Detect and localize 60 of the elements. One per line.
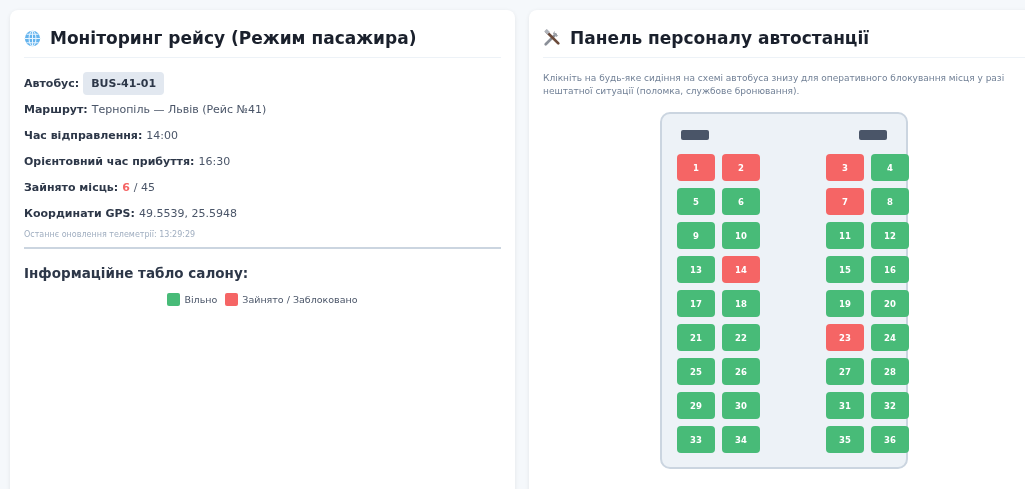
seat-button[interactable]: 31 [826,392,864,420]
field-value: 16:30 [198,154,231,168]
seat-button[interactable]: 20 [871,290,909,318]
seat-button[interactable]: 22 [722,324,760,352]
field-label: Координати GPS: [24,206,135,220]
seat-button[interactable]: 32 [871,392,909,420]
legend-label: Зайнято / Заблоковано [242,294,358,305]
field-value: Тернопіль — Львів (Рейс №41) [91,102,267,116]
panel-title: Моніторинг рейсу (Режим пасажира) [50,28,417,48]
seat-button[interactable]: 1 [677,154,715,182]
seat-button[interactable]: 34 [722,426,760,454]
field-label: Орієнтовний час прибуття: [24,154,195,168]
seat-button[interactable]: 36 [871,426,909,454]
field-label: Зайнято місць: [24,180,119,194]
seat-button[interactable]: 17 [677,290,715,318]
seat-button[interactable]: 12 [871,222,909,250]
seat-button[interactable]: 25 [677,358,715,386]
seat-button[interactable]: 3 [826,154,864,182]
seat-button[interactable]: 8 [871,188,909,216]
seat-button[interactable]: 21 [677,324,715,352]
tools-icon [543,29,561,47]
seat-button[interactable]: 33 [677,426,715,454]
seat-button[interactable]: 35 [826,426,864,454]
seat-button[interactable]: 16 [871,256,909,284]
seat-button[interactable]: 5 [677,188,715,216]
seat-button[interactable]: 10 [722,222,760,250]
legend-label: Вільно [184,294,218,305]
seat-button[interactable]: 26 [722,358,760,386]
seat-button[interactable]: 27 [826,358,864,386]
seat-button[interactable]: 14 [722,256,760,284]
panel-title: Панель персоналу автостанції [570,28,870,48]
seat-button[interactable]: 30 [722,392,760,420]
section-title: Інформаційне табло салону: [24,265,250,281]
steering-block [681,130,709,141]
occupied-count: 6 [122,180,130,194]
field-value: 14:00 [146,128,179,142]
seat-button[interactable]: 15 [826,256,864,284]
seat-button[interactable]: 19 [826,290,864,318]
seat-button[interactable]: 24 [871,324,909,352]
field-value: 49.5539, 25.5948 [138,206,237,220]
seat-button[interactable]: 7 [826,188,864,216]
field-label: Автобус: [24,76,80,90]
instruction-text: Клікніть на будь-яке сидіння на схемі автобуса знизу для оперативного блокування місця у разі нештатної ситуації (поломка, службове бронювання). [543,72,1006,99]
seat-button[interactable]: 4 [871,154,909,182]
globe-icon [24,29,41,47]
seat-button[interactable]: 23 [826,324,864,352]
seat-button[interactable]: 6 [722,188,760,216]
field-label: Час відправлення: [24,128,143,142]
field-label: Маршрут: [24,102,88,116]
seat-button[interactable]: 29 [677,392,715,420]
seat-button[interactable]: 28 [871,358,909,386]
total-seats: / 45 [133,180,156,194]
bus-id-badge: BUS-41-01 [83,71,165,95]
seat-button[interactable]: 2 [722,154,760,182]
seat-button[interactable]: 18 [722,290,760,318]
telemetry-timestamp: Останнє оновлення телеметрії: 13:29:29 [24,230,196,239]
seat-button[interactable]: 9 [677,222,715,250]
steering-block [859,130,887,141]
seat-button[interactable]: 13 [677,256,715,284]
seat-button[interactable]: 11 [826,222,864,250]
